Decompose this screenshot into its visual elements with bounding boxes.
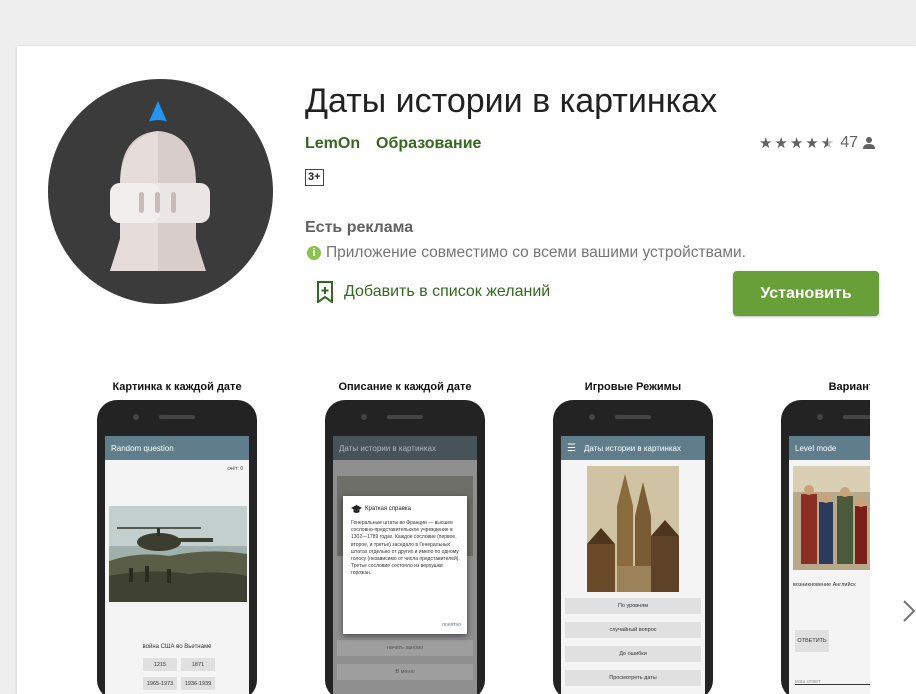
- question-text: возникновение Английск: [793, 582, 856, 588]
- screenshot-caption: Описание к каждой дате: [338, 381, 472, 393]
- phone-screen: Level mode возникновение Английск ОТВЕТИ…: [789, 436, 870, 694]
- chevron-right-icon: [903, 600, 916, 622]
- phone-frame: Level mode возникновение Английск ОТВЕТИ…: [781, 400, 870, 694]
- compatibility-text: Приложение совместимо со всеми вашими ус…: [326, 244, 746, 261]
- phone-frame: ☰ Даты истории в картинках По уровням сл…: [553, 400, 713, 694]
- screenshot-caption: Варианты о: [828, 381, 870, 393]
- graduation-cap-icon: [351, 505, 362, 513]
- painting-picture: [793, 466, 870, 570]
- app-title: Даты истории в картинках: [305, 82, 718, 120]
- screenshot-caption: Игровые Режимы: [584, 381, 682, 393]
- mode-button[interactable]: случайный вопрос: [565, 622, 701, 638]
- question-text: война США во Вьетнаме: [142, 644, 212, 650]
- phone-screen: ☰ Даты истории в картинках По уровням сл…: [561, 436, 705, 694]
- cathedral-picture: [587, 466, 679, 592]
- mode-button[interactable]: Просмотреть даты: [565, 670, 701, 686]
- score-label: счёт: 0: [227, 466, 243, 472]
- answer-button[interactable]: ОТВЕТИТЬ: [795, 630, 829, 652]
- restart-button[interactable]: начать заново: [337, 640, 473, 656]
- screenshot-3[interactable]: Игровые Режимы ☰ Даты истории в картинка…: [533, 376, 733, 694]
- answer-option[interactable]: 1965-1973: [143, 677, 177, 690]
- phone-frame: Даты истории в картинках начать заново В…: [325, 400, 485, 694]
- bookmark-plus-icon: [317, 281, 333, 303]
- answer-input-placeholder: ваш ответ: [795, 679, 821, 685]
- screen-appbar-title: Даты истории в картинках: [583, 443, 681, 453]
- screen-appbar: Даты истории в картинках: [333, 436, 477, 460]
- screenshots-carousel: Картинка к каждой дате Random question с…: [77, 376, 870, 694]
- developer-link[interactable]: LemOn: [305, 135, 360, 153]
- screenshot-caption: Картинка к каждой дате: [112, 381, 242, 393]
- category-link[interactable]: Образование: [376, 135, 481, 153]
- star-icon: ★★★★★★: [758, 135, 837, 152]
- phone-screen: Random question счёт: 0 война США во Вье…: [105, 436, 249, 694]
- carousel-next-button[interactable]: [885, 546, 916, 676]
- rating-summary[interactable]: ★★★★★★ 47: [759, 134, 876, 152]
- menu-button[interactable]: В меню: [337, 664, 473, 680]
- mode-button[interactable]: До ошибки: [565, 646, 701, 662]
- screen-appbar: Level mode: [789, 436, 870, 460]
- screen-appbar: Random question: [105, 436, 249, 460]
- rating-count: 47: [840, 134, 858, 151]
- hamburger-menu-icon[interactable]: ☰: [567, 443, 576, 454]
- screen-appbar: ☰ Даты истории в картинках: [561, 436, 705, 460]
- answer-option[interactable]: 1936-1939: [181, 677, 215, 690]
- ads-notice: Есть реклама: [305, 219, 414, 236]
- screenshot-1[interactable]: Картинка к каждой дате Random question с…: [77, 376, 277, 694]
- info-dialog: Краткая справка Генеральные штаты во Фра…: [343, 496, 467, 634]
- phone-screen: Даты истории в картинках начать заново В…: [333, 436, 477, 694]
- wishlist-label: Добавить в список желаний: [344, 283, 551, 300]
- knight-helmet-icon: [110, 101, 210, 271]
- answer-input[interactable]: ваш ответ: [795, 670, 870, 685]
- answer-option[interactable]: 1871: [181, 658, 215, 671]
- mode-button[interactable]: По уровням: [565, 598, 701, 614]
- dialog-body: Генеральные штаты во Франции — высшее со…: [351, 520, 460, 577]
- dialog-ok-button[interactable]: понятно: [442, 622, 461, 628]
- screenshot-2[interactable]: Описание к каждой дате Даты истории в ка…: [305, 376, 505, 694]
- age-rating-badge: 3+: [305, 169, 324, 186]
- add-to-wishlist-button[interactable]: Добавить в список желаний: [316, 281, 550, 303]
- helicopter-picture: [109, 506, 247, 602]
- dialog-title: Краткая справка: [365, 506, 411, 512]
- install-button[interactable]: Установить: [733, 271, 879, 316]
- info-icon: i: [307, 246, 321, 260]
- phone-frame: Random question счёт: 0 война США во Вье…: [97, 400, 257, 694]
- screenshot-4[interactable]: Варианты о Level mode: [761, 376, 870, 694]
- app-details-card: Даты истории в картинках LemOn Образован…: [17, 46, 916, 694]
- compatibility-notice: i Приложение совместимо со всеми вашими …: [307, 244, 746, 262]
- person-icon: [863, 137, 875, 149]
- answer-option[interactable]: 1215: [143, 658, 177, 671]
- app-icon: [48, 79, 273, 304]
